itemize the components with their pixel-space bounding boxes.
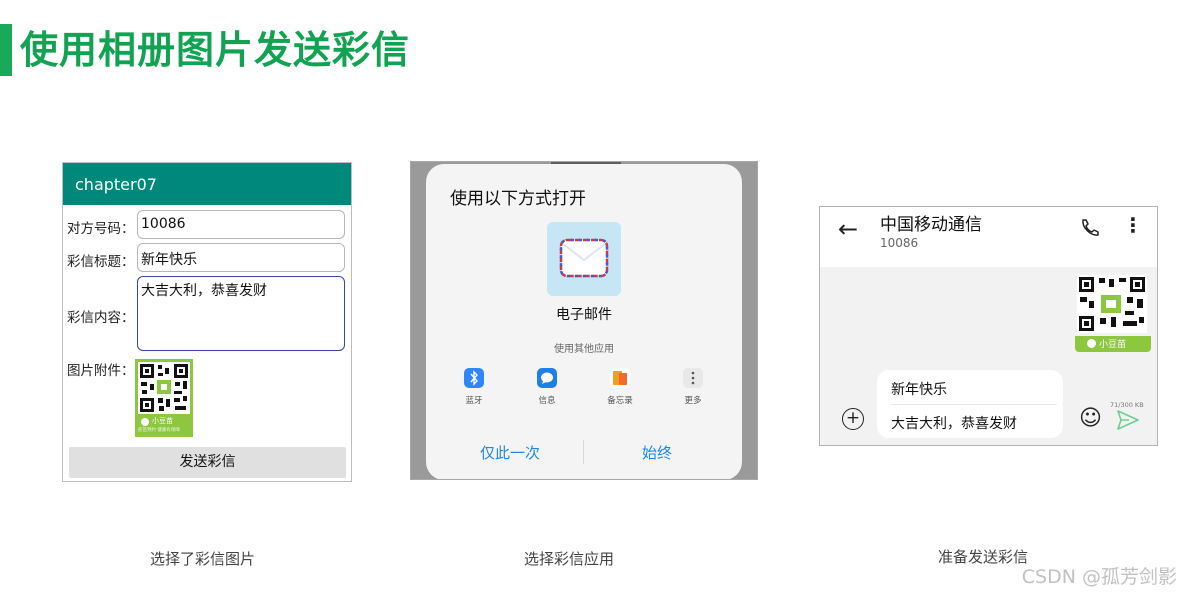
- app-option-messages[interactable]: 信息: [522, 368, 572, 406]
- notes-icon: [610, 368, 630, 388]
- app-option-label: 更多: [684, 396, 702, 406]
- caption-ready-to-send: 准备发送彩信: [938, 548, 1029, 566]
- app-option-more[interactable]: 更多: [668, 368, 718, 406]
- subject-label: 彩信标题：: [67, 254, 135, 270]
- emoji-icon[interactable]: ☺: [1079, 408, 1102, 430]
- brand-logo-icon: [141, 418, 149, 426]
- chooser-sheet: 使用以下方式打开 电子邮件 使用其他应用 蓝牙 信息 备忘录 更多 仅此一次 始…: [426, 164, 742, 479]
- add-attachment-icon[interactable]: +: [842, 408, 864, 430]
- attachment-brand: 小豆苗: [1099, 340, 1127, 350]
- attachment-thumbnail[interactable]: [1077, 275, 1147, 333]
- caption-select-app: 选择彩信应用: [524, 550, 615, 568]
- chooser-heading: 使用以下方式打开: [450, 189, 586, 209]
- app-title: chapter07: [75, 175, 157, 194]
- more-icon: [683, 368, 703, 388]
- attachment-image[interactable]: 小豆苗 疫苗预约 健康有保障: [135, 359, 193, 437]
- compose-divider: [891, 404, 1057, 405]
- overflow-menu-icon[interactable]: ⋮: [1123, 213, 1143, 237]
- contact-name: 中国移动通信: [880, 215, 982, 235]
- title-accent-bar: [0, 24, 12, 76]
- content-label: 彩信内容：: [67, 310, 135, 326]
- content-textarea[interactable]: 大吉大利，恭喜发财: [137, 276, 345, 351]
- conversation-screen: ← 中国移动通信 10086 ⋮ 小豆苗 + 新年快乐 大吉大利，恭喜发财 ☺ …: [819, 206, 1158, 446]
- caption-select-image: 选择了彩信图片: [150, 550, 256, 568]
- back-arrow-icon[interactable]: ←: [838, 215, 858, 243]
- other-apps-label: 使用其他应用: [554, 344, 614, 355]
- qr-brand-footer: 小豆苗 疫苗预约 健康有保障: [135, 415, 193, 437]
- messages-icon: [537, 368, 557, 388]
- compose-body[interactable]: 大吉大利，恭喜发财: [891, 413, 1017, 433]
- email-app-option[interactable]: [547, 222, 621, 296]
- mms-compose-screen: chapter07 对方号码： 10086 彩信标题： 新年快乐 彩信内容： 大…: [62, 162, 352, 482]
- recipient-label: 对方号码：: [67, 221, 135, 237]
- subject-input[interactable]: 新年快乐: [137, 243, 345, 272]
- watermark: CSDN @孤芳剑影: [1021, 566, 1177, 588]
- qr-brand-name: 小豆苗: [152, 417, 173, 425]
- phone-call-icon[interactable]: [1078, 217, 1100, 243]
- qr-slogan: 疫苗预约 健康有保障: [138, 428, 180, 433]
- compose-subject[interactable]: 新年快乐: [891, 379, 947, 399]
- mail-envelope-icon: [559, 238, 609, 278]
- button-divider: [583, 440, 584, 464]
- size-indicator: 71/300 KB: [1110, 401, 1144, 409]
- app-bar: chapter07: [63, 163, 351, 205]
- bluetooth-icon: [464, 368, 484, 388]
- compose-box[interactable]: 新年快乐 大吉大利，恭喜发财: [877, 370, 1063, 438]
- app-option-label: 备忘录: [607, 396, 633, 406]
- app-chooser-screen: 使用以下方式打开 电子邮件 使用其他应用 蓝牙 信息 备忘录 更多 仅此一次 始…: [410, 161, 758, 480]
- attachment-brand-bar: 小豆苗: [1075, 336, 1151, 352]
- attachment-label: 图片附件：: [67, 363, 135, 379]
- always-button[interactable]: 始终: [642, 442, 672, 463]
- slide-title: 使用相册图片发送彩信: [20, 28, 411, 72]
- email-app-label: 电子邮件: [556, 307, 612, 323]
- qr-code-icon: [138, 362, 190, 414]
- app-option-label: 蓝牙: [465, 396, 483, 406]
- app-option-bluetooth[interactable]: 蓝牙: [449, 368, 499, 406]
- send-icon[interactable]: [1116, 409, 1140, 435]
- send-mms-button[interactable]: 发送彩信: [69, 447, 346, 478]
- app-option-notes[interactable]: 备忘录: [595, 368, 645, 406]
- recipient-input[interactable]: 10086: [137, 210, 345, 239]
- brand-logo-icon: [1087, 339, 1096, 348]
- contact-number: 10086: [880, 236, 919, 250]
- just-once-button[interactable]: 仅此一次: [480, 442, 540, 463]
- app-option-label: 信息: [538, 396, 556, 406]
